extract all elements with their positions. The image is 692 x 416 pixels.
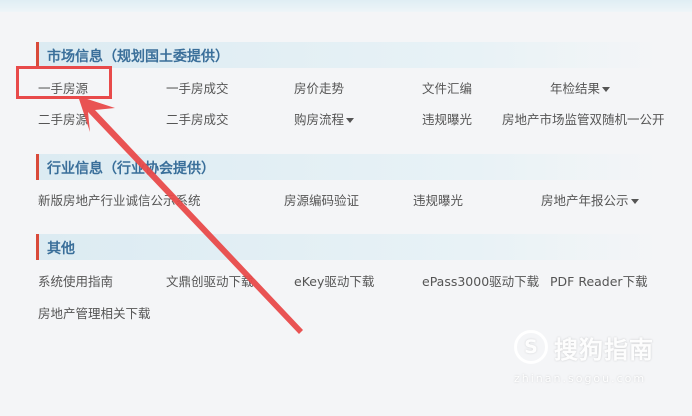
watermark-url: zhinan.sogou.com [514,372,647,385]
sogou-logo-icon: S [514,330,548,364]
sogou-watermark: S 搜狗指南 zhinan.sogou.com [514,330,674,390]
watermark-brand: 搜狗指南 [554,336,654,364]
